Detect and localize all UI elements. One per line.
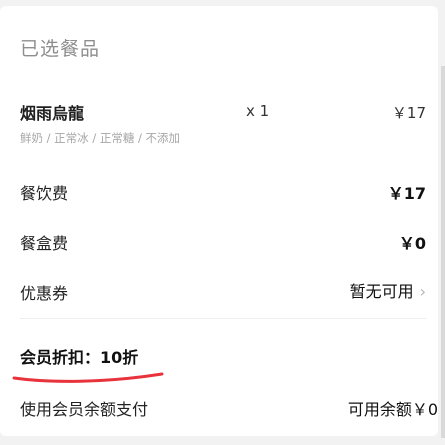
item-options: 鲜奶 / 正常冰 / 正常糖 / 不添加 — [20, 131, 181, 145]
section-title: 已选餐品 — [20, 38, 101, 60]
balance-pay-label: 使用会员余额支付 — [20, 400, 149, 419]
coupon-value: 暂无可用 — [349, 282, 414, 301]
item-quantity: x 1 — [246, 102, 270, 120]
annotation-underline — [12, 372, 164, 383]
coupon-label: 优惠券 — [20, 284, 69, 303]
member-discount-label: 会员折扣： — [20, 348, 101, 367]
item-price: ￥17 — [391, 104, 426, 122]
box-fee-value: ￥0 — [398, 234, 426, 253]
chevron-right-icon: › — [419, 282, 426, 301]
meal-fee-value: ￥17 — [387, 184, 426, 203]
scrollbar[interactable] — [441, 66, 445, 438]
member-discount: 会员折扣：10折 — [20, 344, 138, 368]
coupon-row[interactable]: 暂无可用 › — [350, 278, 426, 302]
meal-fee-label: 餐饮费 — [20, 184, 69, 203]
balance-pay-value[interactable]: 可用余额￥0 — [348, 396, 438, 420]
order-card: 已选餐品 烟雨烏龍 x 1 ￥17 鲜奶 / 正常冰 / 正常糖 / 不添加 餐… — [0, 6, 438, 436]
box-fee-label: 餐盒费 — [20, 234, 69, 253]
item-name: 烟雨烏龍 — [20, 104, 85, 123]
member-discount-value: 10折 — [100, 348, 139, 367]
divider — [20, 318, 426, 319]
